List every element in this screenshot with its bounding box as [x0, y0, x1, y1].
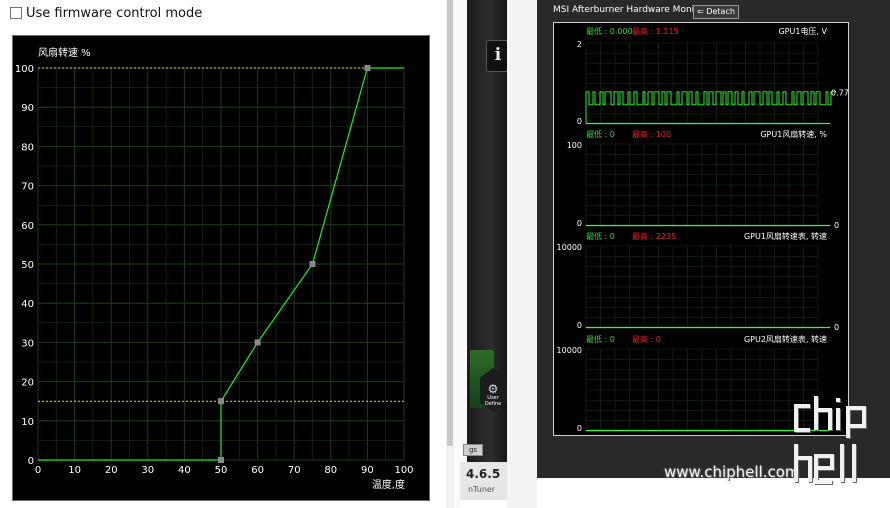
x-axis-title: 温度,度	[372, 478, 405, 491]
graph-scale-top: 10000	[557, 346, 582, 355]
graph-scale-top: 100	[567, 141, 582, 150]
settings-button[interactable]: gs	[463, 444, 483, 456]
graph-max-label: 最高 : 0	[632, 334, 661, 344]
y-axis-title: 风扇转速 %	[38, 46, 91, 59]
graph-current-value: 0.775	[831, 89, 848, 98]
graph-min-label: 最低 : 0	[586, 231, 615, 241]
fan-curve-plot[interactable]: 0 10 20 30 40 50 60 70 80 90 100 0 10 20 30 40 50 60 70 80 9…	[13, 36, 429, 500]
user-define-label: User Define	[484, 395, 502, 407]
gear-icon: ⚙	[487, 382, 499, 396]
x-tick-label: 30	[141, 465, 154, 476]
curve-control-point[interactable]	[309, 261, 316, 267]
settings-scrollbar-thumb[interactable]	[447, 0, 453, 446]
graph-scale-bottom: 0	[577, 321, 582, 330]
y-tick-label: 30	[21, 338, 34, 349]
y-tick-label: 90	[21, 103, 34, 114]
x-tick-label: 70	[288, 465, 301, 476]
desktop-strip	[507, 0, 537, 508]
chiphell-logo	[794, 396, 866, 484]
y-tick-label: 0	[28, 456, 34, 467]
firmware-control-label[interactable]: Use firmware control mode	[26, 6, 202, 21]
y-tick-label: 100	[15, 64, 34, 75]
skin-bottom-edge	[460, 500, 507, 508]
x-tick-label: 90	[361, 465, 374, 476]
curve-control-point[interactable]	[218, 457, 224, 463]
firmware-control-checkbox[interactable]	[10, 7, 22, 19]
y-tick-label: 80	[21, 142, 34, 153]
firmware-control-row[interactable]: Use firmware control mode	[10, 5, 202, 21]
x-tick-label: 100	[394, 465, 413, 476]
x-tick-label: 10	[68, 465, 81, 476]
tuner-label: nTuner	[468, 485, 496, 494]
afterburner-skin-panel	[467, 0, 507, 500]
x-tick-label: 0	[35, 465, 41, 476]
y-tick-label: 40	[21, 299, 34, 310]
graph-max-label: 最高 : 2235	[632, 231, 676, 241]
watermark-url: www.chiphell.com	[664, 463, 800, 481]
graph-scale-top: 2	[577, 40, 582, 49]
graph-scale-top: 10000	[557, 243, 582, 252]
graph-scale-bottom: 0	[577, 424, 582, 433]
graph-min-label: 最低 : 0	[586, 129, 615, 139]
graph-min-label: 最低 : 0	[586, 334, 615, 344]
curve-control-point[interactable]	[364, 65, 371, 71]
window-gap	[454, 0, 467, 508]
y-tick-label: 60	[21, 221, 34, 232]
graph-current-value: 0	[834, 323, 839, 332]
x-tick-label: 20	[105, 465, 118, 476]
detach-button[interactable]: ⇐ Detach	[693, 5, 739, 19]
curve-control-point[interactable]	[218, 398, 224, 405]
monitor-graph-area[interactable]: 最低 : 0.000 最高 : 1.115 GPU1电压, V 2 0 最低 : 0 最高 …	[553, 22, 854, 436]
monitor-title: MSI Afterburner Hardware Monitor	[553, 5, 707, 15]
graph-title: GPU1电压, V	[778, 26, 827, 36]
graph-max-label: 最高 : 100	[632, 129, 671, 139]
y-tick-label: 20	[21, 378, 34, 389]
graph-title: GPU1风扇转速, %	[760, 129, 827, 139]
x-tick-label: 50	[215, 465, 228, 476]
x-tick-label: 40	[178, 465, 191, 476]
x-tick-label: 60	[251, 465, 264, 476]
graph-title: GPU2风扇转速表, 转速	[744, 334, 827, 344]
graph-min-label: 最低 : 0.000	[586, 26, 633, 36]
voltage-trace	[585, 91, 836, 123]
fan-curve-chart[interactable]: 0 10 20 30 40 50 60 70 80 90 100 0 10 20 30 40 50 60 70 80 9…	[12, 35, 430, 501]
y-tick-label: 70	[21, 182, 34, 193]
x-tick-label: 80	[324, 465, 337, 476]
graph-current-value: 0	[834, 221, 839, 230]
graph-max-label: 最高 : 1.115	[632, 26, 679, 36]
curve-control-point[interactable]	[254, 339, 261, 346]
graph-scale-bottom: 0	[577, 219, 582, 228]
y-tick-label: 10	[21, 417, 34, 428]
version-label: 4.6.5	[466, 467, 501, 481]
graph-scale-bottom: 0	[577, 117, 582, 126]
y-tick-label: 50	[21, 260, 34, 271]
graph-title: GPU1风扇转速表, 转速	[744, 231, 827, 241]
monitor-graphs[interactable]: 最低 : 0.000 最高 : 1.115 GPU1电压, V 2 0 最低 : 0 最高 …	[554, 23, 854, 435]
